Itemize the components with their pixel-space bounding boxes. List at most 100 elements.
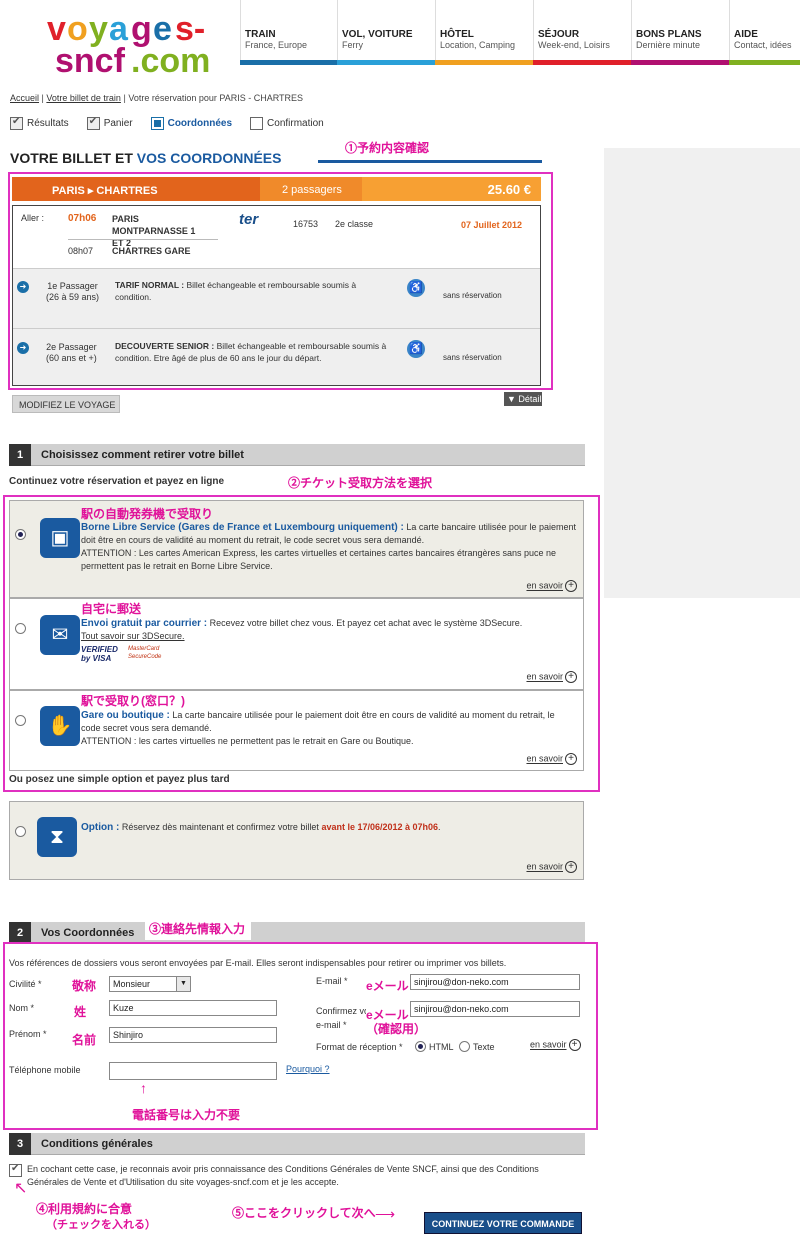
fare-description: TARIF NORMAL : Billet échangeable et rem…: [115, 279, 385, 303]
en-savoir-label[interactable]: en savoir: [526, 581, 563, 591]
plus-icon[interactable]: +: [565, 861, 577, 873]
option-warning: ATTENTION : Les cartes American Express,…: [81, 548, 557, 571]
en-savoir-link[interactable]: en savoir +: [526, 861, 577, 873]
arrow-right-icon[interactable]: ➜: [17, 281, 29, 293]
nav-item-4[interactable]: BONS PLANS Dernière minute: [631, 0, 729, 65]
chevron-down-icon[interactable]: ▼: [176, 977, 190, 991]
section-title: Conditions générales: [41, 1138, 153, 1150]
annotation-prenom: 名前: [72, 1033, 97, 1047]
detail-toggle[interactable]: ▼ Détail: [504, 392, 542, 406]
en-savoir-label[interactable]: en savoir: [526, 862, 563, 872]
format-texte-radio[interactable]: [459, 1041, 470, 1052]
en-savoir-link[interactable]: en savoir +: [526, 580, 577, 592]
pourquoi-link[interactable]: Pourquoi ?: [286, 1064, 330, 1074]
option-text: Réservez dès maintenant et confirmez vot…: [121, 822, 319, 832]
en-savoir-label[interactable]: en savoir: [526, 672, 563, 682]
delivery-option-courrier[interactable]: ✉ 自宅に郵送 Envoi gratuit par courrier : Rec…: [9, 598, 584, 690]
plus-icon[interactable]: +: [565, 580, 577, 592]
courrier-radio[interactable]: [15, 623, 26, 634]
en-savoir-link[interactable]: en savoir +: [526, 753, 577, 765]
accept-conditions-checkbox[interactable]: [9, 1163, 22, 1177]
ticket-machine-icon: ▣: [40, 518, 80, 558]
passenger-label: 2e Passager (60 ans et +): [46, 342, 97, 364]
passenger-number: 2e Passager: [46, 342, 97, 352]
nav-color-bar: [729, 60, 800, 65]
nom-input[interactable]: Kuze: [109, 1000, 277, 1016]
borne-radio[interactable]: [15, 529, 26, 540]
nav-title: BONS PLANS: [636, 29, 702, 40]
prenom-input[interactable]: Shinjiro: [109, 1027, 277, 1043]
arrow-right-icon[interactable]: ➜: [17, 342, 29, 354]
option-radio[interactable]: [15, 826, 26, 837]
modify-trip-button[interactable]: MODIFIEZ LE VOYAGE: [12, 395, 120, 413]
breadcrumb-ticket[interactable]: Votre billet de train: [46, 93, 121, 103]
step-resultats: Résultats: [10, 116, 69, 130]
nav-item-2[interactable]: HÔTEL Location, Camping: [435, 0, 533, 65]
page-title-part1: VOTRE BILLET ET: [10, 150, 137, 166]
nav-title: SÉJOUR: [538, 29, 580, 40]
nav-item-0[interactable]: TRAIN France, Europe: [240, 0, 338, 65]
en-savoir-link[interactable]: en savoir +: [526, 671, 577, 683]
breadcrumb-home[interactable]: Accueil: [10, 93, 39, 103]
nav-color-bar: [533, 60, 631, 65]
annotation-email: eメール: [366, 979, 409, 993]
en-savoir-label[interactable]: en savoir: [530, 1040, 567, 1050]
passenger-age: (60 ans et +): [46, 353, 97, 363]
fare-name: TARIF NORMAL :: [115, 280, 185, 290]
departure-station: PARIS MONTPARNASSE 1 ET 2: [112, 214, 196, 248]
delivery-option-borne[interactable]: ▣ 駅の自動発券機で受取り Borne Libre Service (Gares…: [9, 500, 584, 598]
telephone-label: Téléphone mobile: [9, 1065, 81, 1075]
nav-color-bar: [240, 60, 338, 65]
aller-label: Aller :: [21, 213, 45, 223]
en-savoir-label[interactable]: en savoir: [526, 754, 563, 764]
format-html-radio[interactable]: [415, 1041, 426, 1052]
step-pending-icon: [250, 117, 264, 130]
annotation-1: ①予約内容確認: [345, 141, 430, 155]
seat-icon: ♿: [407, 279, 425, 297]
nav-item-1[interactable]: VOL, VOITURE Ferry: [337, 0, 435, 65]
reservation-status: sans réservation: [443, 353, 502, 362]
delivery-option-gare[interactable]: ✋ 駅で受取り(窓口？) Gare ou boutique : La carte…: [9, 690, 584, 771]
section-2-header: 2 Vos Coordonnées: [9, 922, 585, 944]
mastercard-securecode-logo: MasterCard SecureCode: [128, 646, 162, 660]
delivery-option-later[interactable]: ⧗ Option : Réservez dès maintenant et co…: [9, 801, 584, 880]
annotation-3: ③連絡先情報入力: [145, 919, 252, 940]
telephone-input[interactable]: [109, 1062, 277, 1080]
en-savoir-link[interactable]: en savoir +: [530, 1039, 581, 1051]
option-description: Borne Libre Service (Gares de France et …: [81, 521, 576, 573]
nav-title: TRAIN: [245, 29, 276, 40]
nav-item-5[interactable]: AIDE Contact, idées: [729, 0, 800, 65]
svg-text:.com: .com: [131, 42, 210, 78]
nav-color-bar: [435, 60, 533, 65]
step-done-icon: [86, 116, 100, 130]
annotation-email2b: （確認用）: [366, 1022, 427, 1036]
annotation-2: ②チケット受取方法を選択: [288, 476, 433, 490]
plus-icon[interactable]: +: [565, 671, 577, 683]
trip-route: PARIS ▸ CHARTRES: [12, 177, 260, 201]
section-title: Choisissez comment retirer votre billet: [41, 449, 244, 461]
passenger-number: 1e Passager: [47, 281, 98, 291]
email-input[interactable]: sinjirou@don-neko.com: [410, 974, 580, 990]
nav-title: HÔTEL: [440, 29, 474, 40]
annotation-opt3: 駅で受取り(窓口？): [81, 694, 185, 708]
3dsecure-link[interactable]: Tout savoir sur 3DSecure.: [81, 631, 185, 641]
option-title: Borne Libre Service (Gares de France et …: [81, 522, 404, 533]
plus-icon[interactable]: +: [568, 1039, 581, 1051]
ticket-hand-icon: ✋: [40, 706, 80, 746]
divider: [68, 239, 218, 240]
breadcrumb-separator: |: [123, 93, 126, 103]
gare-radio[interactable]: [15, 715, 26, 726]
right-panel: [604, 148, 800, 598]
nav-subtitle: Location, Camping: [440, 40, 516, 50]
civilite-select[interactable]: Monsieur ▼: [109, 976, 191, 992]
nav-item-3[interactable]: SÉJOUR Week-end, Loisirs: [533, 0, 631, 65]
annotation-5: ⑤ここをクリックして次へ: [232, 1206, 376, 1220]
continue-order-button[interactable]: CONTINUEZ VOTRE COMMANDE: [424, 1212, 582, 1234]
plus-icon[interactable]: +: [565, 753, 577, 765]
voyages-sncf-logo[interactable]: v o y a g e s- sncf .com: [45, 8, 225, 80]
annotation-civ: 敬称: [72, 979, 97, 993]
section-number: 1: [9, 444, 31, 466]
email-confirm-input[interactable]: sinjirou@don-neko.com: [410, 1001, 580, 1017]
trip-header-bar: 🚆 PARIS ▸ CHARTRES 2 passagers 25.60 €: [12, 177, 541, 201]
page-title-part2: VOS COORDONNÉES: [136, 150, 282, 166]
